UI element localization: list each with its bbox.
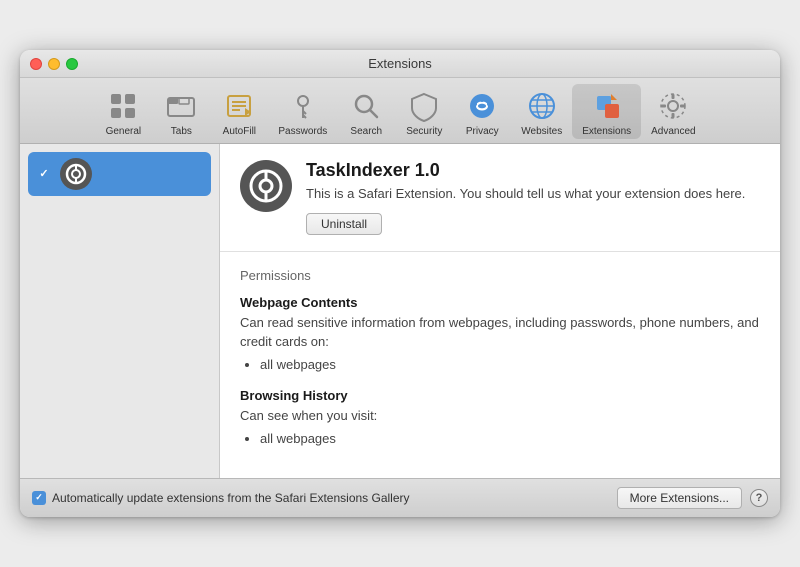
- extensions-icon: [589, 88, 625, 124]
- search-label: Search: [350, 126, 382, 137]
- permissions-section: Permissions Webpage Contents Can read se…: [220, 252, 780, 478]
- autofill-icon: [221, 88, 257, 124]
- close-button[interactable]: [30, 58, 42, 70]
- titlebar: Extensions: [20, 50, 780, 78]
- footer: ✓ Automatically update extensions from t…: [20, 478, 780, 517]
- sidebar-extension-item[interactable]: ✓: [28, 152, 211, 196]
- passwords-icon: [285, 88, 321, 124]
- extension-description: This is a Safari Extension. You should t…: [306, 185, 760, 203]
- checkbox-checkmark: ✓: [39, 169, 48, 180]
- auto-update-label: Automatically update extensions from the…: [52, 491, 410, 505]
- window-title: Extensions: [368, 56, 432, 71]
- auto-update-checkbox[interactable]: ✓: [32, 491, 46, 505]
- toolbar: General Tabs A: [20, 78, 780, 144]
- webpage-contents-list: all webpages: [260, 357, 760, 372]
- toolbar-item-search[interactable]: Search: [337, 84, 395, 139]
- toolbar-item-autofill[interactable]: AutoFill: [210, 84, 268, 139]
- privacy-label: Privacy: [466, 126, 499, 137]
- sidebar: ✓: [20, 144, 220, 478]
- autofill-label: AutoFill: [223, 126, 256, 137]
- general-icon: [105, 88, 141, 124]
- webpage-contents-item: all webpages: [260, 357, 760, 372]
- security-label: Security: [406, 126, 442, 137]
- toolbar-item-tabs[interactable]: Tabs: [152, 84, 210, 139]
- webpage-contents-group: Webpage Contents Can read sensitive info…: [240, 295, 760, 371]
- permissions-heading: Permissions: [240, 268, 760, 283]
- webpage-contents-desc: Can read sensitive information from webp…: [240, 314, 760, 350]
- tabs-label: Tabs: [171, 126, 192, 137]
- toolbar-item-passwords[interactable]: Passwords: [268, 84, 337, 139]
- preferences-window: Extensions General T: [20, 50, 780, 517]
- browsing-history-heading: Browsing History: [240, 388, 760, 403]
- toolbar-item-general[interactable]: General: [94, 84, 152, 139]
- extension-header: TaskIndexer 1.0 This is a Safari Extensi…: [220, 144, 780, 252]
- extension-icon-large: [240, 160, 292, 212]
- search-icon: [348, 88, 384, 124]
- content-area: ✓: [20, 144, 780, 478]
- uninstall-button[interactable]: Uninstall: [306, 213, 382, 235]
- privacy-icon: [464, 88, 500, 124]
- general-label: General: [106, 126, 142, 137]
- browsing-history-desc: Can see when you visit:: [240, 407, 760, 425]
- extension-icon-small: [60, 158, 92, 190]
- advanced-icon: [655, 88, 691, 124]
- webpage-contents-heading: Webpage Contents: [240, 295, 760, 310]
- auto-update-checkmark: ✓: [35, 492, 43, 503]
- tabs-icon: [163, 88, 199, 124]
- websites-label: Websites: [521, 126, 562, 137]
- passwords-label: Passwords: [278, 126, 327, 137]
- extension-name: TaskIndexer 1.0: [306, 160, 760, 181]
- more-extensions-button[interactable]: More Extensions...: [617, 487, 742, 509]
- toolbar-item-advanced[interactable]: Advanced: [641, 84, 705, 139]
- extension-checkbox[interactable]: ✓: [36, 166, 52, 182]
- browsing-history-list: all webpages: [260, 431, 760, 446]
- footer-right: More Extensions... ?: [617, 487, 768, 509]
- toolbar-item-privacy[interactable]: Privacy: [453, 84, 511, 139]
- traffic-lights: [30, 58, 78, 70]
- minimize-button[interactable]: [48, 58, 60, 70]
- help-button[interactable]: ?: [750, 489, 768, 507]
- extensions-label: Extensions: [582, 126, 631, 137]
- toolbar-item-security[interactable]: Security: [395, 84, 453, 139]
- toolbar-item-extensions[interactable]: Extensions: [572, 84, 641, 139]
- security-icon: [406, 88, 442, 124]
- main-panel: TaskIndexer 1.0 This is a Safari Extensi…: [220, 144, 780, 478]
- websites-icon: [524, 88, 560, 124]
- browsing-history-group: Browsing History Can see when you visit:…: [240, 388, 760, 446]
- maximize-button[interactable]: [66, 58, 78, 70]
- toolbar-item-websites[interactable]: Websites: [511, 84, 572, 139]
- advanced-label: Advanced: [651, 126, 695, 137]
- footer-left: ✓ Automatically update extensions from t…: [32, 491, 410, 505]
- browsing-history-item: all webpages: [260, 431, 760, 446]
- extension-info: TaskIndexer 1.0 This is a Safari Extensi…: [306, 160, 760, 235]
